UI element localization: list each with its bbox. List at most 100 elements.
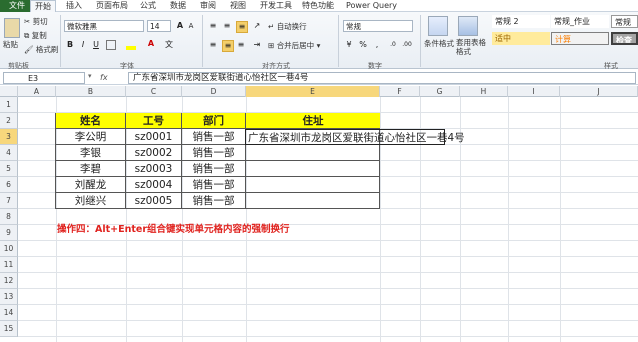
comma-icon[interactable]: , xyxy=(372,40,382,50)
row-header[interactable]: 8 xyxy=(0,209,18,225)
table-cell[interactable]: 李银 xyxy=(56,145,126,161)
column-header[interactable]: J xyxy=(560,86,638,97)
column-header-selected[interactable]: E xyxy=(246,86,380,97)
table-cell[interactable] xyxy=(246,177,380,193)
cut-button[interactable]: ✂ 剪切 xyxy=(24,16,48,27)
tab-page-layout[interactable]: 页面布局 xyxy=(92,0,132,12)
tab-view[interactable]: 视图 xyxy=(226,0,250,12)
table-cell[interactable]: 销售一部 xyxy=(182,145,246,161)
merge-center-button[interactable]: ⊞ 合并后居中 ▾ xyxy=(268,40,320,51)
underline-button[interactable]: U xyxy=(91,40,101,50)
table-cell[interactable]: 销售一部 xyxy=(182,177,246,193)
style-normal[interactable]: 常规 xyxy=(611,15,638,28)
bold-button[interactable]: B xyxy=(65,40,75,50)
row-header[interactable]: 7 xyxy=(0,193,18,209)
table-header-id[interactable]: 工号 xyxy=(126,113,182,129)
table-header-name[interactable]: 姓名 xyxy=(56,113,126,129)
table-cell[interactable]: sz0001 xyxy=(126,129,182,145)
table-cell[interactable]: 刘继兴 xyxy=(56,193,126,209)
shrink-font-icon[interactable]: A xyxy=(186,21,196,31)
font-color-icon[interactable]: A xyxy=(146,39,156,49)
tab-developer[interactable]: 开发工具 xyxy=(256,0,296,12)
style-normal-2[interactable]: 常规 2 xyxy=(492,15,550,28)
italic-button[interactable]: I xyxy=(78,40,88,50)
active-cell-address[interactable]: 广东省深圳市龙岗区爱联街道心怡社区一巷4号 xyxy=(245,129,465,145)
row-header[interactable]: 12 xyxy=(0,273,18,289)
orientation-icon[interactable]: ↗ xyxy=(252,21,262,31)
row-header[interactable]: 5 xyxy=(0,161,18,177)
column-header[interactable]: D xyxy=(182,86,246,97)
paste-icon[interactable] xyxy=(4,18,20,38)
column-header[interactable]: F xyxy=(380,86,420,97)
row-header[interactable]: 1 xyxy=(0,97,18,113)
paste-button[interactable]: 粘贴 xyxy=(3,39,18,50)
column-header[interactable]: I xyxy=(508,86,560,97)
style-calculation[interactable]: 计算 xyxy=(551,32,609,45)
table-cell[interactable] xyxy=(246,145,380,161)
name-box-dropdown-icon[interactable]: ▾ xyxy=(88,72,92,80)
table-format-button[interactable]: 套用表格格式 xyxy=(456,38,486,56)
style-normal-work[interactable]: 常规_作业 xyxy=(551,15,609,28)
table-cell[interactable]: 李碧 xyxy=(56,161,126,177)
fx-icon[interactable]: fx xyxy=(100,72,126,84)
table-header-dept[interactable]: 部门 xyxy=(182,113,246,129)
format-painter-button[interactable]: 🖌 格式刷 xyxy=(24,44,58,55)
formula-content[interactable]: 广东省深圳市龙岗区爱联街道心怡社区一巷4号 xyxy=(128,72,636,84)
name-box[interactable]: E3 xyxy=(3,72,85,84)
font-name-select[interactable]: 微软雅黑 xyxy=(64,20,144,32)
tab-file[interactable]: 文件 xyxy=(0,0,34,12)
row-header[interactable]: 9 xyxy=(0,225,18,241)
table-cell[interactable] xyxy=(246,161,380,177)
phonetic-icon[interactable]: 文 xyxy=(164,40,174,50)
column-header[interactable]: B xyxy=(56,86,126,97)
row-header[interactable]: 4 xyxy=(0,145,18,161)
table-cell[interactable]: sz0003 xyxy=(126,161,182,177)
align-center-icon[interactable]: ≡ xyxy=(222,40,234,52)
percent-icon[interactable]: % xyxy=(358,40,368,50)
table-cell[interactable]: 刘醒龙 xyxy=(56,177,126,193)
wrap-text-button[interactable]: ↵ 自动换行 xyxy=(268,21,307,32)
table-cell[interactable]: sz0004 xyxy=(126,177,182,193)
align-top-icon[interactable]: ≡ xyxy=(208,21,218,31)
tab-review[interactable]: 审阅 xyxy=(196,0,220,12)
column-header[interactable]: A xyxy=(18,86,56,97)
table-format-icon[interactable] xyxy=(458,16,478,36)
font-size-select[interactable]: 14 xyxy=(147,20,171,32)
column-header[interactable]: C xyxy=(126,86,182,97)
border-icon[interactable] xyxy=(106,40,116,50)
indent-icon[interactable]: ⇥ xyxy=(252,40,262,50)
column-header[interactable]: G xyxy=(420,86,460,97)
tab-data[interactable]: 数据 xyxy=(166,0,190,12)
conditional-format-icon[interactable] xyxy=(428,16,448,36)
table-cell[interactable]: 销售一部 xyxy=(182,193,246,209)
fill-color-icon[interactable] xyxy=(126,46,136,50)
decrease-decimal-icon[interactable]: .00 xyxy=(402,40,412,50)
table-header-address[interactable]: 住址 xyxy=(246,113,380,129)
style-medium[interactable]: 适中 xyxy=(492,32,550,45)
tab-insert[interactable]: 插入 xyxy=(62,0,86,12)
row-header-selected[interactable]: 3 xyxy=(0,129,18,145)
select-all-corner[interactable] xyxy=(0,86,18,97)
align-middle-icon[interactable]: ≡ xyxy=(222,21,232,31)
row-header[interactable]: 13 xyxy=(0,289,18,305)
style-check[interactable]: 检查 xyxy=(611,32,638,45)
table-cell[interactable]: 李公明 xyxy=(56,129,126,145)
tab-special[interactable]: 特色功能 xyxy=(298,0,338,12)
row-header[interactable]: 6 xyxy=(0,177,18,193)
currency-icon[interactable]: ¥ xyxy=(344,40,354,50)
copy-button[interactable]: ⧉ 复制 xyxy=(24,30,47,41)
grow-font-icon[interactable]: A xyxy=(175,21,185,31)
table-cell[interactable]: sz0005 xyxy=(126,193,182,209)
table-cell[interactable]: 销售一部 xyxy=(182,129,246,145)
tab-formulas[interactable]: 公式 xyxy=(136,0,160,12)
row-header[interactable]: 14 xyxy=(0,305,18,321)
table-cell[interactable]: sz0002 xyxy=(126,145,182,161)
row-header[interactable]: 10 xyxy=(0,241,18,257)
align-right-icon[interactable]: ≡ xyxy=(236,40,246,50)
align-left-icon[interactable]: ≡ xyxy=(208,40,218,50)
column-header[interactable]: H xyxy=(460,86,508,97)
number-format-select[interactable]: 常规 xyxy=(343,20,413,32)
align-bottom-icon[interactable]: ≡ xyxy=(236,21,248,33)
tab-power-query[interactable]: Power Query xyxy=(342,0,401,12)
conditional-format-button[interactable]: 条件格式 xyxy=(424,38,454,49)
